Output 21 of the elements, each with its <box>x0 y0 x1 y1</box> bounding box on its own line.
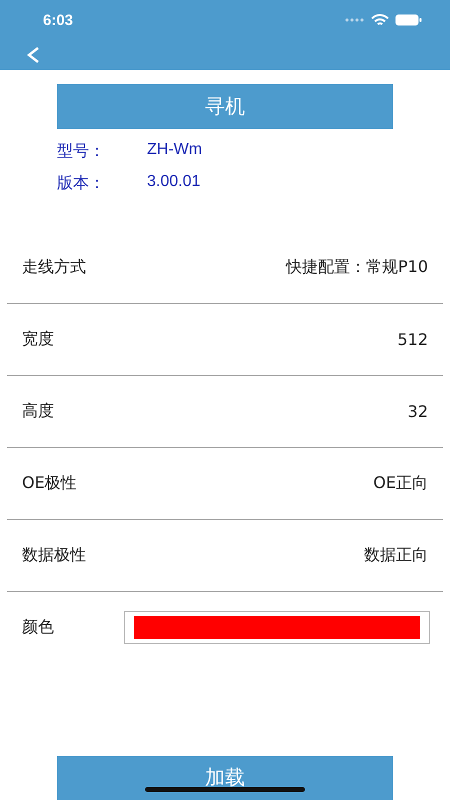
setting-label: 高度 <box>22 400 54 422</box>
setting-label: 颜色 <box>22 617 54 638</box>
setting-value[interactable]: 快捷配置：常规P10 <box>286 256 428 278</box>
setting-value[interactable]: 32 <box>408 402 428 421</box>
setting-value[interactable]: 数据正向 <box>364 544 428 566</box>
setting-label: 宽度 <box>22 328 54 350</box>
back-button[interactable] <box>26 46 40 64</box>
info-value: 3.00.01 <box>147 172 200 192</box>
wifi-icon <box>371 14 389 26</box>
signal-icon <box>345 18 365 22</box>
color-swatch[interactable] <box>124 611 430 644</box>
status-time: 6:03 <box>43 12 74 28</box>
info-value: ZH-Wm <box>147 140 202 160</box>
info-label: 型号： <box>57 140 106 162</box>
setting-label: OE极性 <box>22 472 77 494</box>
info-label: 版本： <box>57 172 106 194</box>
setting-label: 走线方式 <box>22 256 86 278</box>
battery-icon <box>395 14 422 26</box>
setting-label: 数据极性 <box>22 544 86 566</box>
setting-value[interactable]: OE正向 <box>373 472 428 494</box>
setting-value[interactable]: 512 <box>397 330 428 349</box>
